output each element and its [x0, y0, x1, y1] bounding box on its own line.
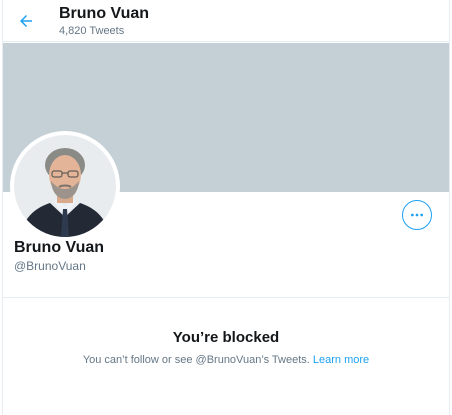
blocked-message-line: You can’t follow or see @BrunoVuan’s Twe… — [3, 354, 449, 366]
back-button[interactable] — [13, 8, 39, 34]
more-button[interactable] — [402, 200, 432, 230]
profile-header: Bruno Vuan 4,820 Tweets — [3, 0, 449, 42]
avatar-photo — [14, 135, 116, 237]
profile-page: Bruno Vuan 4,820 Tweets Bruno Vuan @Brun… — [2, 0, 450, 415]
tweet-count: 4,820 Tweets — [59, 25, 125, 37]
blocked-message: You can’t follow or see @BrunoVuan’s Twe… — [82, 354, 313, 366]
ellipsis-icon — [411, 213, 423, 217]
header-display-name: Bruno Vuan — [59, 5, 150, 22]
profile-display-name: Bruno Vuan — [14, 239, 105, 256]
blocked-title: You’re blocked — [172, 329, 280, 346]
profile-handle: @BrunoVuan — [14, 259, 86, 273]
learn-more-link[interactable]: Learn more — [313, 354, 369, 366]
divider — [3, 297, 449, 298]
arrow-left-icon — [20, 15, 32, 27]
avatar[interactable] — [10, 131, 120, 241]
